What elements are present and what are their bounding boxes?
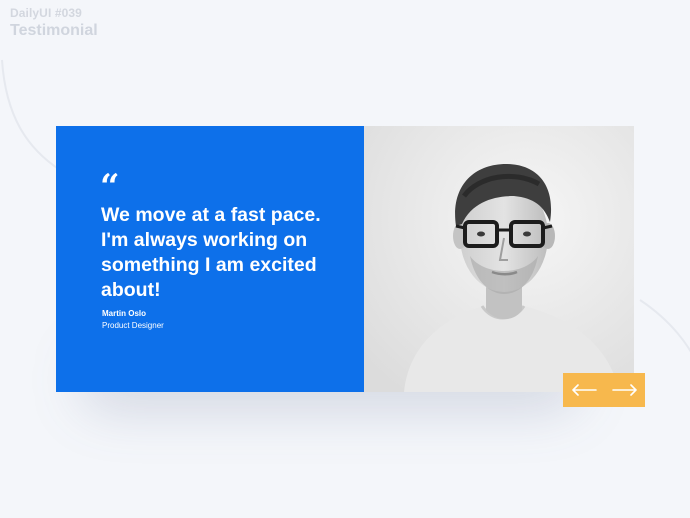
- arrow-right-icon: [611, 384, 637, 396]
- author-photo: [364, 126, 634, 392]
- author-name: Martin Oslo: [102, 309, 147, 318]
- testimonial-quote: We move at a fast pace. I'm always worki…: [101, 204, 321, 301]
- author-role: Product Designer: [102, 321, 164, 330]
- testimonial-card: “ We move at a fast pace. I'm always wor…: [56, 126, 634, 392]
- next-button[interactable]: [610, 378, 640, 402]
- page-title: Testimonial: [10, 22, 98, 39]
- previous-button[interactable]: [569, 378, 599, 402]
- slider-navigation: [563, 373, 645, 407]
- quote-panel: “ We move at a fast pace. I'm always wor…: [56, 126, 364, 392]
- arrow-left-icon: [571, 384, 597, 396]
- page-subtitle: DailyUI #039: [10, 6, 82, 20]
- page-header: DailyUI #039 Testimonial: [10, 6, 98, 42]
- quote-mark-icon: “: [100, 167, 120, 207]
